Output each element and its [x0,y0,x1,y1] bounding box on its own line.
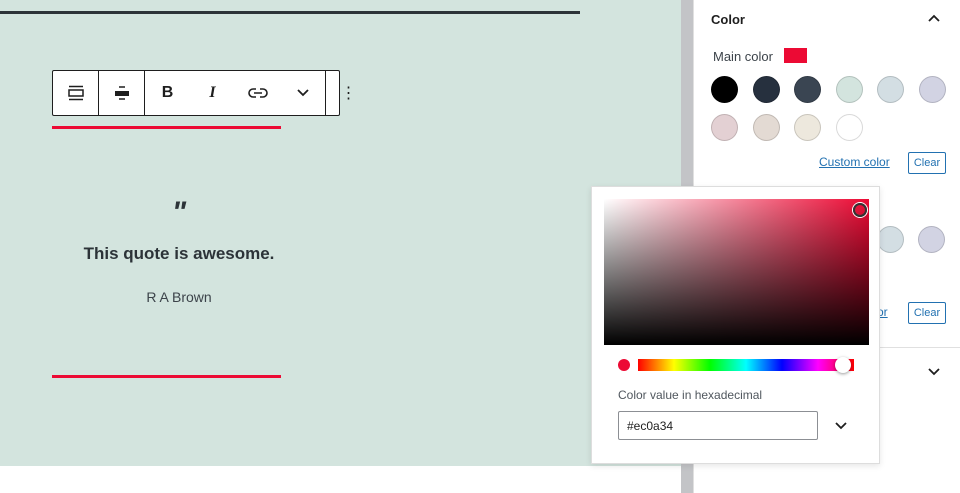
color-swatch[interactable] [794,114,821,141]
saturation-pointer[interactable] [853,203,867,217]
main-color-swatch [784,48,807,63]
bold-button[interactable]: B [145,71,190,115]
hue-slider[interactable] [638,357,854,373]
hue-slider-handle[interactable] [835,357,852,373]
hex-input[interactable] [618,411,818,440]
editor-canvas: B I ⋮ " This quote is awesome. R A Brown [0,0,681,466]
chevron-down-icon[interactable] [835,422,847,430]
quote-border-top [52,126,281,129]
chevron-up-icon[interactable] [928,14,940,22]
italic-button[interactable]: I [190,71,235,115]
block-toolbar: B I ⋮ [52,70,357,116]
options-button[interactable]: ⋮ [326,71,371,115]
color-swatch[interactable] [877,76,904,103]
color-picker-popover: Color value in hexadecimal [591,186,880,464]
color-swatch[interactable] [794,76,821,103]
hex-label: Color value in hexadecimal [618,388,763,402]
more-options-chevron-button[interactable] [280,71,325,115]
color-swatch[interactable] [711,76,738,103]
quote-mark: " [171,196,187,229]
color-swatch[interactable] [835,114,863,141]
saturation-picker[interactable] [604,199,869,345]
link-icon [247,88,268,98]
divider [0,11,580,14]
quote-citation[interactable]: R A Brown [52,289,306,305]
link-button[interactable] [235,71,280,115]
color-swatch[interactable] [752,114,780,141]
color-swatch[interactable] [918,226,945,253]
clear-button-2[interactable]: Clear [908,302,946,324]
color-swatch[interactable] [835,76,863,103]
custom-color-link[interactable]: Custom color [819,155,890,169]
align-button[interactable] [99,71,144,115]
clear-button[interactable]: Clear [908,152,946,174]
quote-text[interactable]: This quote is awesome. [52,244,306,264]
block-type-button[interactable] [53,71,98,115]
color-swatch[interactable] [918,76,946,103]
chevron-down-icon[interactable] [928,368,940,376]
color-panel-title[interactable]: Color [711,12,745,27]
color-swatch[interactable] [752,76,780,103]
chevron-down-icon [296,89,309,97]
color-swatch[interactable] [711,114,738,141]
quote-border-bottom [52,375,281,378]
color-swatch[interactable] [877,226,904,253]
main-color-label: Main color [713,49,773,64]
current-color-preview [618,359,630,371]
